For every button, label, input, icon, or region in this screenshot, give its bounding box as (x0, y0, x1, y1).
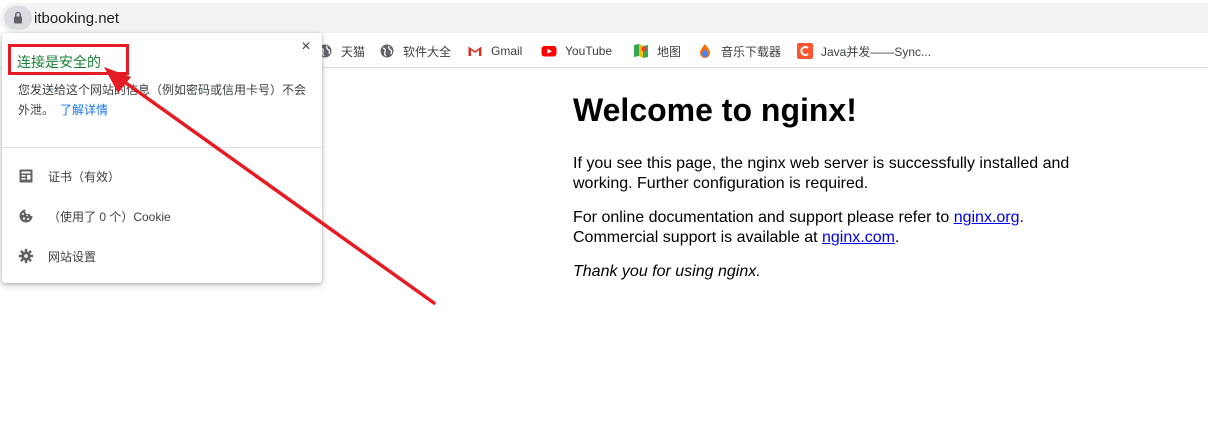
cookie-row[interactable]: （使用了 0 个）Cookie (18, 206, 171, 226)
cookie-icon (18, 208, 34, 224)
annotation-highlight-box (8, 44, 129, 75)
lock-icon (14, 11, 22, 24)
site-info-button[interactable] (4, 6, 32, 30)
close-icon[interactable]: × (298, 39, 314, 55)
site-settings-row[interactable]: 网站设置 (18, 246, 96, 266)
nginx-welcome-page: Welcome to nginx! If you see this page, … (573, 90, 1093, 296)
documentation-message: For online documentation and support ple… (573, 209, 1024, 246)
bookmark-music[interactable]: 音乐下载器 (697, 43, 781, 59)
learn-more-link[interactable]: 了解详情 (60, 103, 108, 117)
gear-icon (18, 248, 34, 264)
gmail-icon (467, 43, 483, 59)
address-bar[interactable]: itbooking.net (0, 3, 1208, 33)
nginx-com-link[interactable]: nginx.com (822, 229, 895, 246)
maps-icon (633, 43, 649, 59)
bookmark-software[interactable]: 软件大全 (379, 43, 451, 59)
music-icon (697, 43, 713, 59)
divider (2, 147, 322, 148)
bookmark-youtube[interactable]: YouTube (541, 43, 612, 59)
thank-you-message: Thank you for using nginx. (573, 263, 761, 280)
youtube-icon (541, 43, 557, 59)
url-text[interactable]: itbooking.net (34, 10, 119, 27)
certificate-icon (18, 168, 34, 184)
install-message: If you see this page, the nginx web serv… (573, 155, 1070, 192)
bookmark-maps[interactable]: 地图 (633, 43, 681, 59)
bookmark-java-sync[interactable]: Java并发——Sync... (797, 43, 931, 59)
page-heading: Welcome to nginx! (573, 92, 857, 128)
certificate-row[interactable]: 证书（有效） (18, 166, 120, 186)
nginx-org-link[interactable]: nginx.org (954, 209, 1020, 226)
c-logo-icon (797, 43, 813, 59)
bookmark-gmail[interactable]: Gmail (467, 43, 522, 59)
security-description: 您发送给这个网站的信息（例如密码或信用卡号）不会外泄。 了解详情 (18, 83, 307, 117)
globe-icon (379, 43, 395, 59)
bookmark-tmall[interactable]: 天猫 (317, 43, 365, 59)
